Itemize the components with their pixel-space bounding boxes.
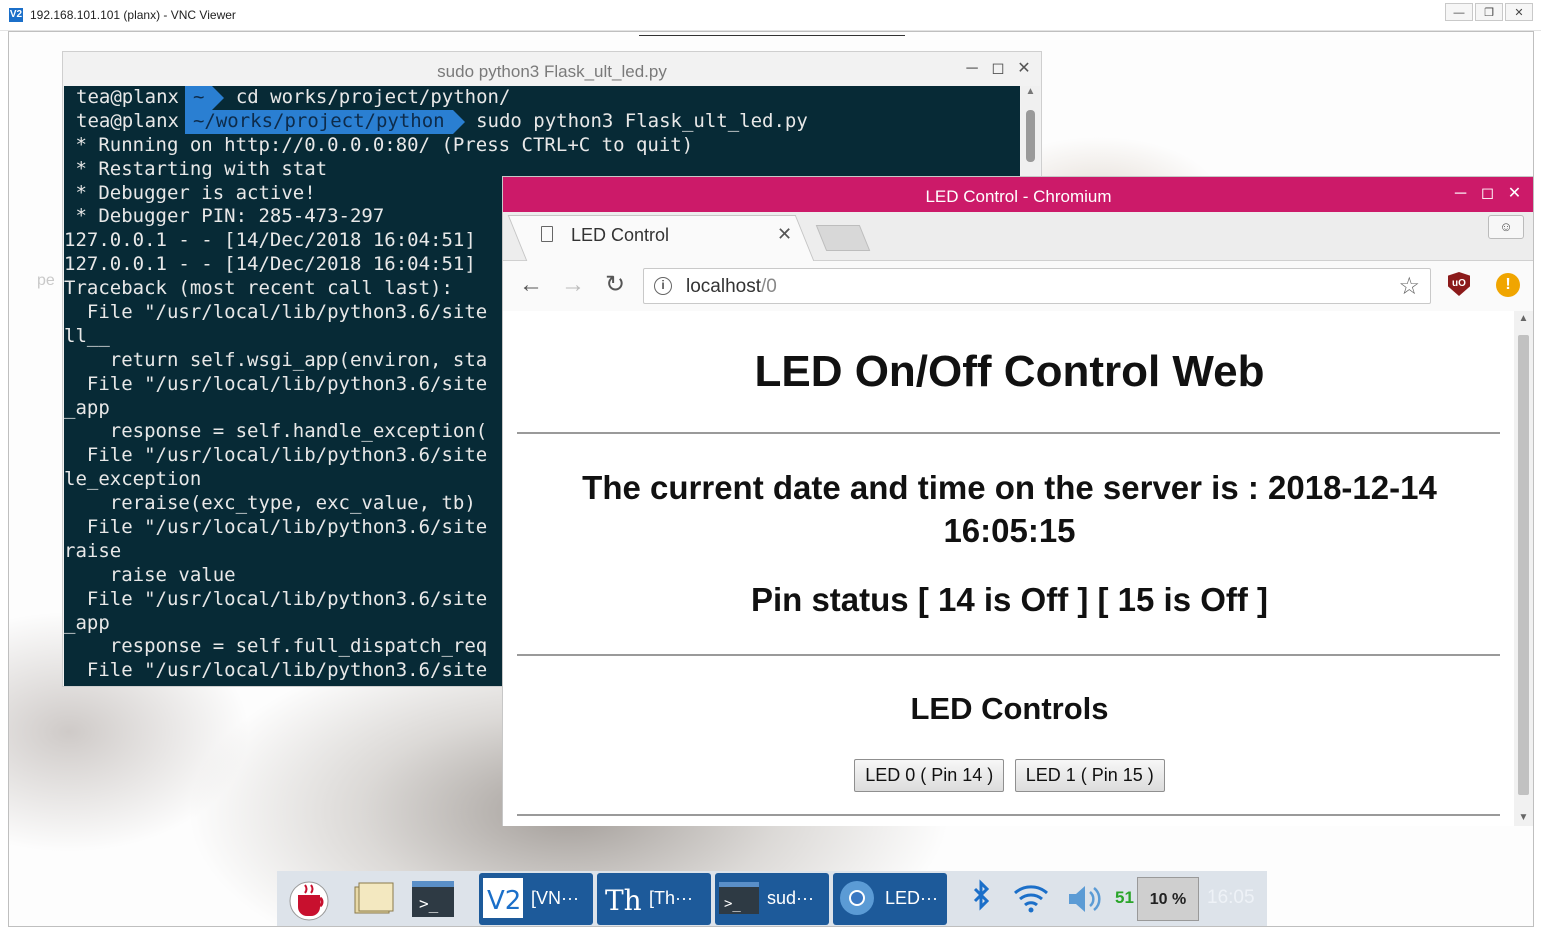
clock[interactable]: 16:05 — [1207, 887, 1255, 909]
prompt-command: sudo python3 Flask_ult_led.py — [476, 109, 808, 132]
vnc-maximize-button[interactable]: ❐ — [1475, 3, 1503, 21]
task-terminal[interactable]: >_ sud··· — [715, 873, 829, 925]
divider — [517, 432, 1500, 434]
remote-desktop[interactable]: pe sudo python3 Flask_ult_led.py ─ ◻ ✕ t… — [8, 31, 1534, 927]
chromium-window[interactable]: LED Control - Chromium ─ ◻ ✕ LED Control… — [502, 176, 1533, 826]
chromium-close-button[interactable]: ✕ — [1501, 184, 1528, 204]
url-host: localhost — [686, 276, 761, 297]
task-chromium[interactable]: LED··· — [833, 873, 947, 925]
tab-label: LED Control — [571, 225, 670, 245]
profile-icon[interactable]: ☺ — [1488, 215, 1524, 239]
task-label: LED··· — [885, 888, 938, 908]
task-vnc[interactable]: V2 [VN··· — [479, 873, 593, 925]
led0-toggle-button[interactable]: LED 0 ( Pin 14 ) — [854, 759, 1005, 792]
page-heading: LED On/Off Control Web — [754, 347, 1265, 396]
prompt-directory: ~ — [184, 86, 213, 110]
led-controls-heading: LED Controls — [910, 691, 1109, 726]
terminal-prompt-line: tea@planx ~ cd works/project/python/ — [64, 86, 1020, 110]
scroll-up-icon[interactable]: ▲ — [1514, 311, 1533, 327]
terminal-scroll-thumb[interactable] — [1026, 110, 1035, 162]
tab-close-icon[interactable]: ✕ — [777, 224, 792, 245]
vnc-window-controls: — ❐ ✕ — [1443, 3, 1533, 21]
svg-text:>_: >_ — [724, 896, 741, 912]
terminal-launcher-icon[interactable]: >_ — [409, 877, 457, 921]
chromium-titlebar[interactable]: LED Control - Chromium ─ ◻ ✕ — [503, 177, 1533, 212]
bluetooth-icon[interactable] — [957, 877, 1005, 921]
chromium-maximize-button[interactable]: ◻ — [1474, 184, 1501, 204]
reload-icon[interactable]: ↻ — [601, 271, 629, 299]
document-icon — [541, 226, 553, 242]
prompt-user: tea@planx — [76, 109, 179, 132]
thonny-icon: Th — [605, 884, 641, 917]
terminal-window-controls: ─ ◻ ✕ — [959, 59, 1037, 79]
vnc-window-title: 192.168.101.101 (planx) - VNC Viewer — [30, 8, 236, 22]
wifi-icon[interactable] — [1007, 877, 1055, 921]
svg-text:Th: Th — [605, 884, 641, 917]
svg-text:>_: >_ — [419, 894, 439, 913]
chromium-minimize-button[interactable]: ─ — [1447, 184, 1474, 204]
volume-level: 51 — [1115, 888, 1134, 907]
terminal-close-button[interactable]: ✕ — [1011, 59, 1037, 79]
vnc-close-button[interactable]: ✕ — [1505, 3, 1533, 21]
page-scrollbar[interactable]: ▲ ▼ — [1514, 311, 1533, 826]
desktop-faint-text: pe — [37, 272, 55, 289]
divider — [517, 814, 1500, 816]
prompt-arrow-icon — [212, 86, 225, 110]
address-bar[interactable]: i localhost/0 ☆ — [643, 268, 1431, 304]
terminal-prompt-line: tea@planx ~/works/project/python sudo pyt… — [64, 109, 1020, 134]
page-viewport[interactable]: LED On/Off Control Web The current date … — [503, 311, 1516, 826]
terminal-maximize-button[interactable]: ◻ — [985, 59, 1011, 79]
vnc-icon: V2 — [483, 878, 523, 918]
cpu-usage-monitor[interactable]: 10 % — [1137, 877, 1199, 921]
prompt-arrow-icon — [452, 109, 465, 134]
tab-strip: LED Control ✕ ☺ — [503, 212, 1533, 261]
terminal-icon: >_ — [719, 882, 759, 914]
scroll-down-icon[interactable]: ▼ — [1514, 810, 1533, 826]
task-thonny[interactable]: Th [Th··· — [597, 873, 711, 925]
vnc-titlebar: V2 192.168.101.101 (planx) - VNC Viewer … — [0, 0, 1541, 31]
task-label: [Th··· — [649, 888, 693, 908]
server-datetime: The current date and time on the server … — [582, 469, 1437, 549]
prompt-command: cd works/project/python/ — [235, 86, 511, 108]
chromium-window-controls: ─ ◻ ✕ — [1447, 184, 1528, 204]
info-icon[interactable]: i — [654, 277, 672, 295]
page-scroll-thumb[interactable] — [1518, 335, 1529, 795]
volume-icon[interactable] — [1061, 877, 1109, 921]
ublock-origin-icon[interactable]: uO — [1448, 272, 1470, 296]
task-label: [VN··· — [531, 888, 579, 908]
back-arrow-icon[interactable]: ← — [517, 271, 545, 299]
vnc-minimize-button[interactable]: — — [1445, 3, 1473, 21]
forward-arrow-icon[interactable]: → — [559, 271, 587, 299]
chromium-icon — [840, 881, 874, 915]
terminal-title: sudo python3 Flask_ult_led.py — [437, 62, 667, 81]
new-tab-button[interactable] — [815, 225, 871, 251]
tab-led-control[interactable]: LED Control ✕ — [533, 224, 803, 256]
menu-raspberry-icon[interactable] — [285, 877, 333, 921]
prompt-user: tea@planx — [76, 86, 179, 108]
vnc-logo-icon: V2 — [9, 8, 23, 22]
bookmark-star-icon[interactable]: ☆ — [1398, 272, 1420, 301]
url-path: /0 — [761, 276, 777, 297]
terminal-minimize-button[interactable]: ─ — [959, 59, 985, 79]
led1-toggle-button[interactable]: LED 1 ( Pin 15 ) — [1014, 759, 1165, 792]
task-label: sud··· — [767, 888, 815, 908]
divider — [517, 654, 1500, 656]
prompt-directory: ~/works/project/python — [184, 109, 453, 134]
taskbar: >_ V2 [VN··· Th [Th··· >_ sud··· LED··· … — [277, 871, 1267, 926]
pin-status: Pin status [ 14 is Off ] [ 15 is Off ] — [750, 581, 1269, 618]
browser-toolbar: ← → ↻ i localhost/0 ☆ uO ! — [503, 261, 1533, 312]
svg-text:V2: V2 — [487, 886, 521, 916]
warning-icon[interactable]: ! — [1496, 273, 1520, 297]
url-text[interactable]: localhost/0 — [686, 276, 777, 298]
file-manager-icon[interactable] — [349, 877, 397, 921]
scroll-up-icon[interactable]: ▲ — [1021, 86, 1040, 102]
terminal-line: * Running on http://0.0.0.0:80/ (Press C… — [64, 133, 694, 156]
desktop-top-panel-edge — [639, 32, 905, 36]
led-button-row: LED 0 ( Pin 14 ) LED 1 ( Pin 15 ) — [503, 759, 1516, 792]
terminal-titlebar[interactable]: sudo python3 Flask_ult_led.py ─ ◻ ✕ — [63, 52, 1041, 86]
chromium-window-title: LED Control - Chromium — [925, 187, 1112, 206]
